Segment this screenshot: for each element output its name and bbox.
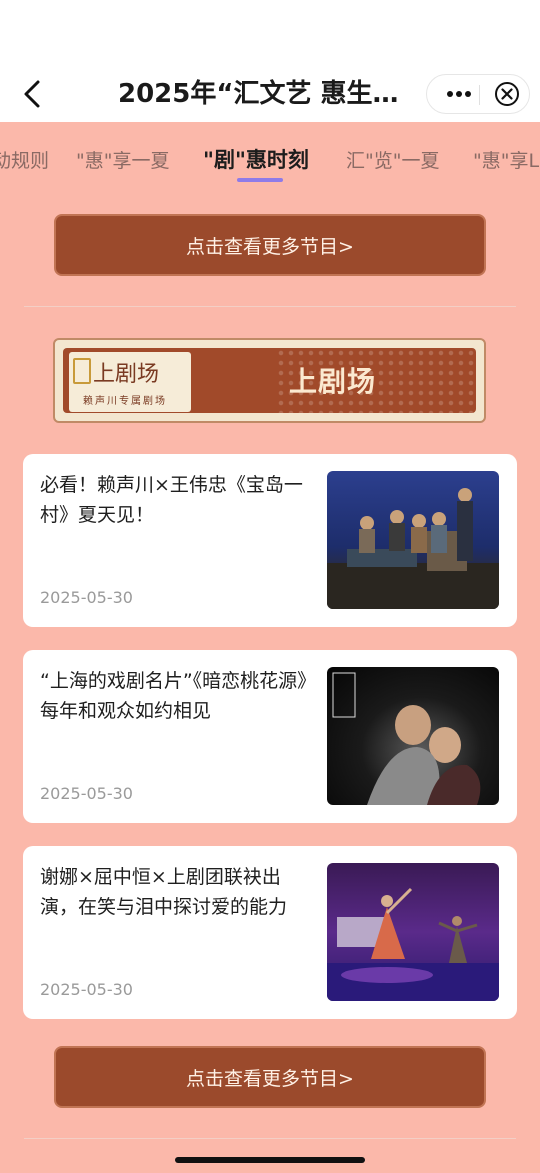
article-thumbnail — [327, 667, 499, 805]
banner-title: 上剧场 — [289, 365, 377, 398]
more-button[interactable] — [437, 75, 481, 113]
article-card[interactable]: 谢娜×屈中恒×上剧团联袂出演，在笑与泪中探讨爱的能力 2025-05-30 — [23, 846, 517, 1019]
article-title: 必看！赖声川×王伟忠《宝岛一村》夏天见！ — [40, 474, 303, 526]
article-date: 2025-05-30 — [40, 980, 133, 999]
article-thumbnail — [327, 863, 499, 1001]
capsule-divider — [479, 85, 480, 105]
logo-text: 上剧场 — [93, 362, 160, 387]
close-circle-icon — [495, 82, 519, 106]
tab-ju-hui-shi-ke[interactable]: "剧"惠时刻 — [203, 144, 309, 174]
tab-hui-xiang-yi-xia[interactable]: "惠"享一夏 — [76, 146, 169, 173]
tab-hui-lan-yi-xia[interactable]: 汇"览"一夏 — [346, 146, 439, 173]
close-button[interactable] — [487, 75, 527, 113]
article-title: “上海的戏剧名片”《暗恋桃花源》每年和观众如约相见 — [40, 670, 307, 722]
article-thumbnail — [327, 471, 499, 609]
chevron-left-icon — [24, 80, 40, 108]
status-bar — [0, 0, 540, 66]
more-programs-button-top[interactable]: 点击查看更多节目> — [54, 214, 486, 276]
section-divider — [24, 1138, 516, 1139]
article-date: 2025-05-30 — [40, 588, 133, 607]
nav-bar: 2025年“汇文艺 惠生… — [0, 66, 540, 122]
page-title: 2025年“汇文艺 惠生… — [118, 79, 399, 109]
section-divider — [24, 306, 516, 307]
article-card[interactable]: “上海的戏剧名片”《暗恋桃花源》每年和观众如约相见 2025-05-30 — [23, 650, 517, 823]
back-button[interactable] — [14, 76, 50, 112]
banner-panel: 上剧场 赖声川专属剧场 上剧场 — [63, 348, 476, 413]
tab-rules[interactable]: 动规则 — [0, 146, 49, 173]
mini-program-capsule — [426, 74, 530, 114]
logo-subtext: 赖声川专属剧场 — [83, 396, 167, 407]
more-programs-button-bottom[interactable]: 点击查看更多节目> — [54, 1046, 486, 1108]
theatre-logo: 上剧场 赖声川专属剧场 — [69, 352, 191, 412]
article-title: 谢娜×屈中恒×上剧团联袂出演，在笑与泪中探讨爱的能力 — [40, 866, 288, 918]
theatre-banner[interactable]: 上剧场 赖声川专属剧场 上剧场 — [53, 338, 486, 423]
article-card[interactable]: 必看！赖声川×王伟忠《宝岛一村》夏天见！ 2025-05-30 — [23, 454, 517, 627]
logo-mark-icon — [73, 358, 91, 384]
article-date: 2025-05-30 — [40, 784, 133, 803]
tab-hui-xiang-more[interactable]: "惠"享L — [473, 146, 539, 173]
active-tab-indicator — [237, 178, 283, 182]
more-dots-icon — [447, 91, 471, 97]
home-indicator — [175, 1157, 365, 1163]
